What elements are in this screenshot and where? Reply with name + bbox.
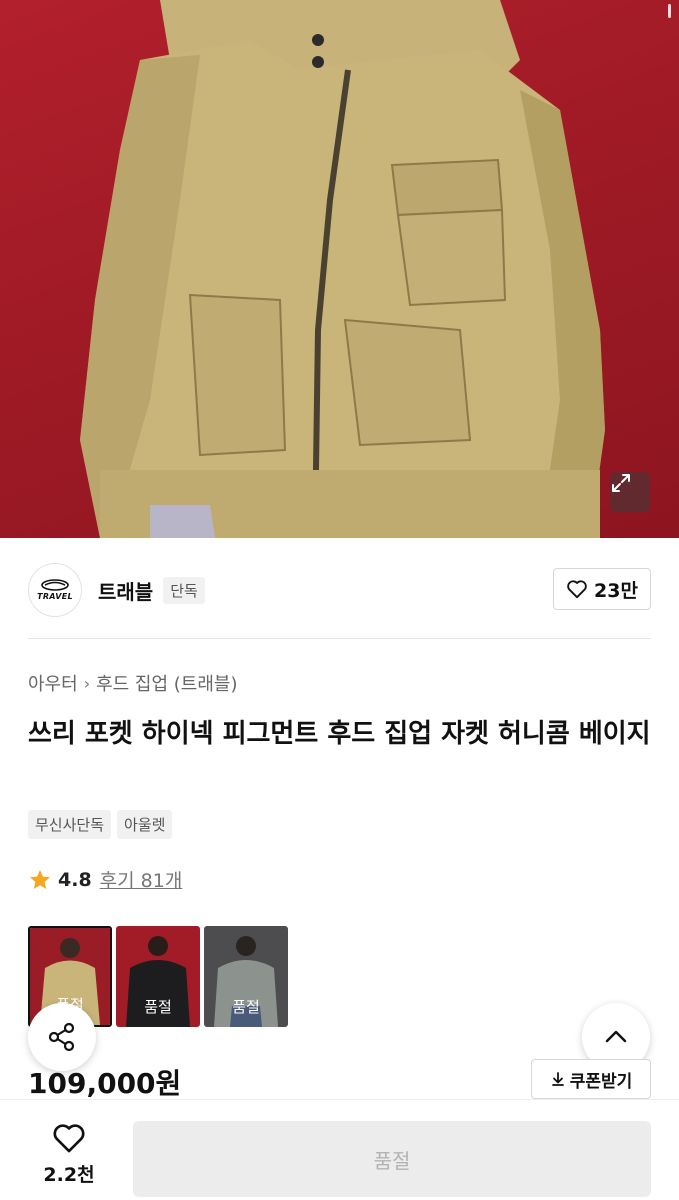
brand-logo[interactable]: TRAVEL — [28, 563, 82, 617]
expand-image-button[interactable] — [610, 472, 650, 512]
buy-button-soldout[interactable]: 품절 — [133, 1121, 651, 1197]
brand-logo-text: TRAVEL — [37, 592, 73, 601]
brand-like-count: 23만 — [594, 579, 638, 602]
heart-icon — [567, 580, 587, 599]
product-title: 쓰리 포켓 하이넥 피그먼트 후드 집업 자켓 허니콤 베이지 — [28, 719, 651, 749]
chevron-right-icon: › — [83, 673, 91, 693]
rating-score: 4.8 — [58, 868, 92, 891]
tag-exclusive: 무신사단독 — [28, 810, 112, 839]
soldout-label: 품절 — [232, 998, 260, 1016]
product-hero-image[interactable] — [0, 0, 679, 538]
thumbnail-black[interactable]: 품절 — [116, 926, 200, 1027]
jacket-photo — [80, 0, 605, 538]
chevron-up-icon — [605, 1030, 627, 1043]
reviews-link[interactable]: 후기 81개 — [100, 866, 183, 893]
soldout-label: 품절 — [144, 998, 172, 1016]
coupon-button[interactable]: 쿠폰받기 — [531, 1059, 651, 1099]
tag-outlet: 아울렛 — [117, 810, 173, 839]
product-price: 109,000원 — [28, 1067, 182, 1100]
star-icon — [30, 869, 50, 889]
breadcrumb-subcategory[interactable]: 후드 집업 (트래블) — [96, 670, 237, 696]
product-tags: 무신사단독 아울렛 — [28, 810, 173, 839]
wishlist-count: 2.2천 — [43, 1164, 95, 1186]
heart-icon — [53, 1124, 85, 1153]
scroll-indicator — [668, 4, 671, 18]
brand-row: TRAVEL 트래블 단독 23만 — [28, 562, 651, 618]
breadcrumb: 아우터 › 후드 집업 (트래블) — [28, 670, 238, 696]
brand-name[interactable]: 트래블 — [98, 576, 153, 605]
divider — [28, 638, 651, 639]
download-icon — [551, 1072, 564, 1086]
thumbnail-gray[interactable]: 품절 — [204, 926, 288, 1027]
bottom-action-bar: 2.2천 품절 — [0, 1099, 679, 1200]
exclusive-badge: 단독 — [163, 576, 205, 604]
travel-logo-icon — [41, 579, 69, 591]
expand-icon — [612, 474, 630, 492]
wishlist-button[interactable]: 2.2천 — [28, 1122, 110, 1187]
coupon-label: 쿠폰받기 — [569, 1071, 633, 1092]
share-button[interactable] — [28, 1003, 96, 1071]
rating-row: 4.8 후기 81개 — [28, 866, 182, 893]
breadcrumb-category[interactable]: 아우터 — [28, 670, 78, 696]
share-icon — [48, 1022, 75, 1052]
brand-like-button[interactable]: 23만 — [553, 568, 651, 610]
